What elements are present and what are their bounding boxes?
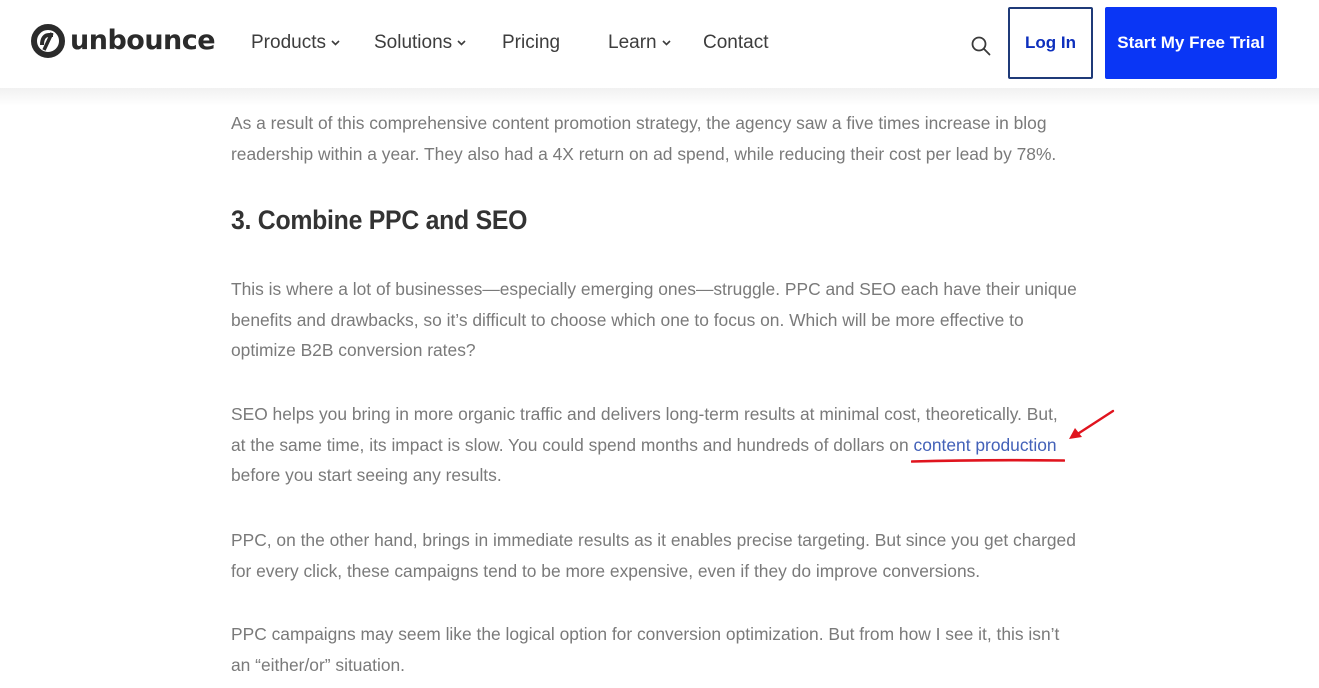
nav-learn[interactable]: Learn xyxy=(608,29,671,57)
unbounce-logo[interactable]: unbounce xyxy=(31,24,216,58)
text-line: PPC, on the other hand, brings in immedi… xyxy=(231,530,1076,550)
intro-paragraph: As a result of this comprehensive conten… xyxy=(231,108,1056,169)
nav-contact[interactable]: Contact xyxy=(703,29,768,57)
nav-pricing-label: Pricing xyxy=(502,32,561,53)
paragraph-1: This is where a lot of businesses—especi… xyxy=(231,274,1077,366)
text-line: readership within a year. They also had … xyxy=(231,143,1057,164)
chevron-down-icon xyxy=(662,40,671,46)
text-line: before you start seeing any results. xyxy=(231,465,502,485)
text-line-with-link: at the same time, its impact is slow. Yo… xyxy=(231,430,1058,461)
text-line: PPC campaigns may seem like the logical … xyxy=(231,624,1060,644)
text-segment: at the same time, its impact is slow. Yo… xyxy=(231,434,914,455)
nav-solutions-label: Solutions xyxy=(374,32,453,53)
nav-learn-label: Learn xyxy=(608,32,657,53)
nav-contact-label: Contact xyxy=(703,32,769,53)
log-in-button[interactable]: Log In xyxy=(1008,7,1093,79)
text-line: As a result of this comprehensive conten… xyxy=(231,113,1047,133)
header-shadow xyxy=(0,88,1319,106)
paragraph-2: SEO helps you bring in more organic traf… xyxy=(231,399,1058,491)
start-free-trial-button[interactable]: Start My Free Trial xyxy=(1105,7,1277,79)
nav-products-label: Products xyxy=(251,32,326,53)
text-line: benefits and drawbacks, so it’s difficul… xyxy=(231,309,1024,330)
nav-solutions[interactable]: Solutions xyxy=(374,29,466,57)
text-line: This is where a lot of businesses—especi… xyxy=(231,279,1077,299)
chevron-down-icon xyxy=(457,40,466,46)
text-line: SEO helps you bring in more organic traf… xyxy=(231,404,1058,424)
chevron-down-icon xyxy=(331,40,340,46)
site-header: unbounce Products Solutions Pricing Lear… xyxy=(0,0,1319,88)
content-production-link[interactable]: content production xyxy=(914,435,1057,455)
paragraph-4: PPC campaigns may seem like the logical … xyxy=(231,619,1059,680)
unbounce-logo-icon xyxy=(31,24,65,58)
search-icon[interactable] xyxy=(970,35,992,57)
brand-name: unbounce xyxy=(70,25,216,56)
annotation-arrow-icon xyxy=(1069,409,1115,439)
text-line: for every click, these campaigns tend to… xyxy=(231,560,981,581)
nav-pricing[interactable]: Pricing xyxy=(502,29,560,57)
nav-products[interactable]: Products xyxy=(251,29,340,57)
section-heading: 3. Combine PPC and SEO xyxy=(231,205,528,235)
text-line: optimize B2B conversion rates? xyxy=(231,340,476,360)
paragraph-3: PPC, on the other hand, brings in immedi… xyxy=(231,525,1076,586)
annotation-underline xyxy=(911,458,1065,463)
text-line: an “either/or” situation. xyxy=(231,654,405,675)
